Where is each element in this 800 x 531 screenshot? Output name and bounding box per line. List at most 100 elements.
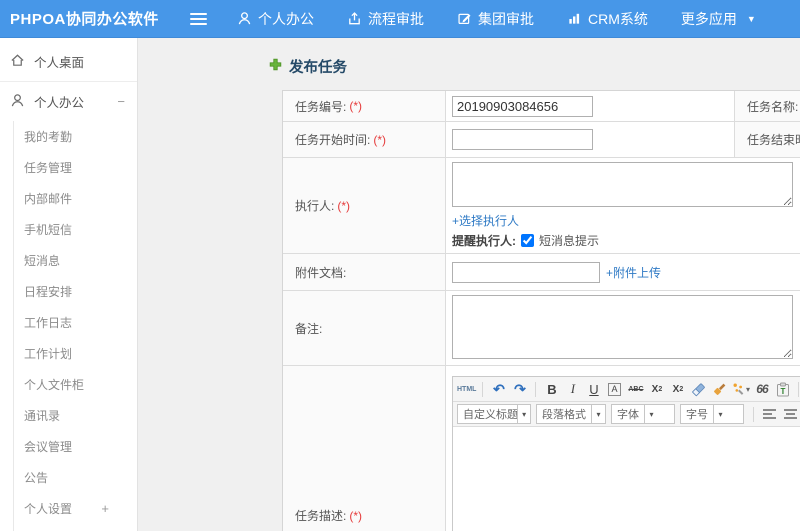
clipboard-icon: T: [776, 382, 789, 396]
app-logo[interactable]: PHPOA协同办公软件: [0, 8, 178, 29]
flow-approval-icon: [347, 11, 362, 26]
paste-text-button[interactable]: T: [773, 379, 792, 399]
remind-executor-label: 提醒执行人:: [452, 234, 516, 248]
font-family-dropdown[interactable]: 字体 ▾: [611, 404, 675, 424]
sidebar-item-personal-settings[interactable]: 个人设置 +: [14, 493, 137, 524]
attachment-input[interactable]: [452, 261, 600, 283]
magic-wand-icon: [733, 383, 744, 395]
sidebar-item-contacts[interactable]: 通讯录: [14, 400, 137, 431]
crm-chart-icon: [567, 11, 582, 26]
auto-typeset-button[interactable]: ▾: [731, 379, 750, 399]
nav-label: CRM系统: [588, 10, 648, 27]
user-icon: [10, 93, 25, 111]
sidebar-item-short-message[interactable]: 短消息: [14, 245, 137, 276]
sidebar: 个人桌面 个人办公 − 我的考勤 任务管理 内部邮件 手机短信 短消息 日程安排…: [0, 38, 138, 531]
caret-down-icon: ▾: [517, 405, 530, 423]
html-source-button[interactable]: HTML: [457, 379, 476, 399]
sidebar-item-sms[interactable]: 手机短信: [14, 214, 137, 245]
font-size-dropdown[interactable]: 字号 ▾: [680, 404, 744, 424]
align-left-button[interactable]: [760, 404, 779, 424]
row-description: 任务描述: (*) HTML ↶ ↷ B I U A ABC X 2 X 2 ▾…: [283, 365, 800, 531]
sidebar-item-file-cabinet[interactable]: 个人文件柜: [14, 369, 137, 400]
caret-down-icon: ▾: [745, 384, 750, 394]
nav-crm-system[interactable]: CRM系统: [567, 9, 648, 29]
task-name-label: 任务名称:(*): [735, 91, 800, 121]
caret-down-icon: ▾: [713, 405, 727, 423]
nav-more-apps[interactable]: 更多应用 ▼: [681, 9, 756, 29]
sidebar-item-attendance[interactable]: 我的考勤: [14, 121, 137, 152]
attachment-upload-link[interactable]: +附件上传: [606, 264, 661, 281]
sidebar-item-task-manage[interactable]: 任务管理: [14, 152, 137, 183]
sidebar-item-work-plan[interactable]: 工作计划: [14, 338, 137, 369]
phpoa-window: PHPOA协同办公软件 个人办公 流程审批 集团审批 CRM系统 更多应用 ▼ …: [0, 0, 800, 531]
collapse-icon[interactable]: −: [117, 94, 125, 109]
bold-button[interactable]: B: [542, 379, 561, 399]
undo-button[interactable]: ↶: [489, 379, 508, 399]
sidebar-item-notice[interactable]: 通知: [14, 524, 137, 531]
sidebar-submenu: 我的考勤 任务管理 内部邮件 手机短信 短消息 日程安排 工作日志 工作计划 个…: [13, 121, 137, 531]
blockquote-button[interactable]: 66: [752, 379, 771, 399]
task-no-label: 任务编号: (*): [283, 91, 446, 121]
attachment-label: 附件文档:: [283, 254, 446, 290]
group-approval-icon: [457, 11, 472, 26]
caret-down-icon: ▾: [644, 405, 658, 423]
custom-title-dropdown[interactable]: 自定义标题 ▾: [457, 404, 531, 424]
sidebar-item-label: 个人桌面: [34, 56, 85, 70]
editor-toolbar-1: HTML ↶ ↷ B I U A ABC X2 X 2 ▾ 66 T: [453, 377, 800, 402]
row-remark: 备注:: [283, 290, 800, 365]
nav-personal-office[interactable]: 个人办公: [237, 9, 314, 29]
remark-textarea[interactable]: [452, 295, 793, 359]
sidebar-item-work-log[interactable]: 工作日志: [14, 307, 137, 338]
subscript-button[interactable]: X2: [668, 379, 687, 399]
superscript-button[interactable]: X2: [647, 379, 666, 399]
row-task-no: 任务编号:(*) 任务名称:(*): [283, 91, 800, 121]
sidebar-item-schedule[interactable]: 日程安排: [14, 276, 137, 307]
format-brush-button[interactable]: [710, 379, 729, 399]
nav-flow-approval[interactable]: 流程审批: [347, 9, 424, 29]
sms-remind-label: 短消息提示: [539, 234, 600, 248]
main-content: 发布任务 任务编号:(*) 任务名称:(*): [138, 38, 800, 531]
eraser-button[interactable]: [689, 379, 708, 399]
add-plus-icon: [269, 58, 282, 76]
menu-toggle-icon[interactable]: [190, 12, 207, 25]
topbar: PHPOA协同办公软件 个人办公 流程审批 集团审批 CRM系统 更多应用 ▼: [0, 0, 800, 38]
executor-label: 执行人: (*): [283, 158, 446, 253]
align-center-button[interactable]: [781, 404, 800, 424]
sidebar-item-internal-mail[interactable]: 内部邮件: [14, 183, 137, 214]
row-attachment: 附件文档: +附件上传: [283, 253, 800, 290]
nav-label: 集团审批: [478, 10, 534, 27]
top-nav: 个人办公 流程审批 集团审批 CRM系统 更多应用 ▼: [237, 9, 756, 29]
align-center-icon: [784, 408, 797, 419]
end-time-label: 任务结束时间:(*): [735, 122, 800, 157]
eraser-icon: [692, 383, 706, 396]
nav-label: 个人办公: [258, 10, 314, 27]
user-icon: [237, 11, 252, 26]
page-title: 发布任务: [269, 56, 800, 77]
sms-remind-checkbox[interactable]: [521, 234, 534, 247]
start-time-label: 任务开始时间: (*): [283, 122, 446, 157]
task-no-input[interactable]: [452, 95, 593, 117]
start-time-input[interactable]: [452, 129, 593, 150]
sidebar-item-announcement[interactable]: 公告: [14, 462, 137, 493]
remark-label: 备注:: [283, 291, 446, 365]
row-task-time: 任务开始时间:(*) 任务结束时间:(*): [283, 121, 800, 157]
nav-label: 更多应用: [680, 10, 737, 27]
executor-textarea[interactable]: [452, 162, 793, 207]
select-executor-link[interactable]: +选择执行人: [452, 214, 519, 228]
editor-toolbar-2: 自定义标题 ▾ 段落格式 ▾ 字体 ▾ 字号 ▾: [453, 402, 800, 427]
brush-icon: [714, 383, 726, 395]
sidebar-item-personal-office[interactable]: 个人办公 −: [0, 84, 137, 119]
redo-button[interactable]: ↷: [510, 379, 529, 399]
underline-button[interactable]: U: [584, 379, 603, 399]
nav-label: 流程审批: [368, 10, 424, 27]
svg-text:T: T: [781, 387, 786, 396]
paragraph-format-dropdown[interactable]: 段落格式 ▾: [536, 404, 606, 424]
sidebar-item-meeting[interactable]: 会议管理: [14, 431, 137, 462]
editor-content-area[interactable]: [453, 427, 800, 531]
font-background-button[interactable]: A: [605, 379, 624, 399]
sidebar-item-desktop[interactable]: 个人桌面: [0, 44, 137, 79]
strikethrough-button[interactable]: ABC: [626, 379, 645, 399]
expand-icon[interactable]: +: [101, 501, 121, 516]
italic-button[interactable]: I: [563, 379, 582, 399]
nav-group-approval[interactable]: 集团审批: [457, 9, 534, 29]
